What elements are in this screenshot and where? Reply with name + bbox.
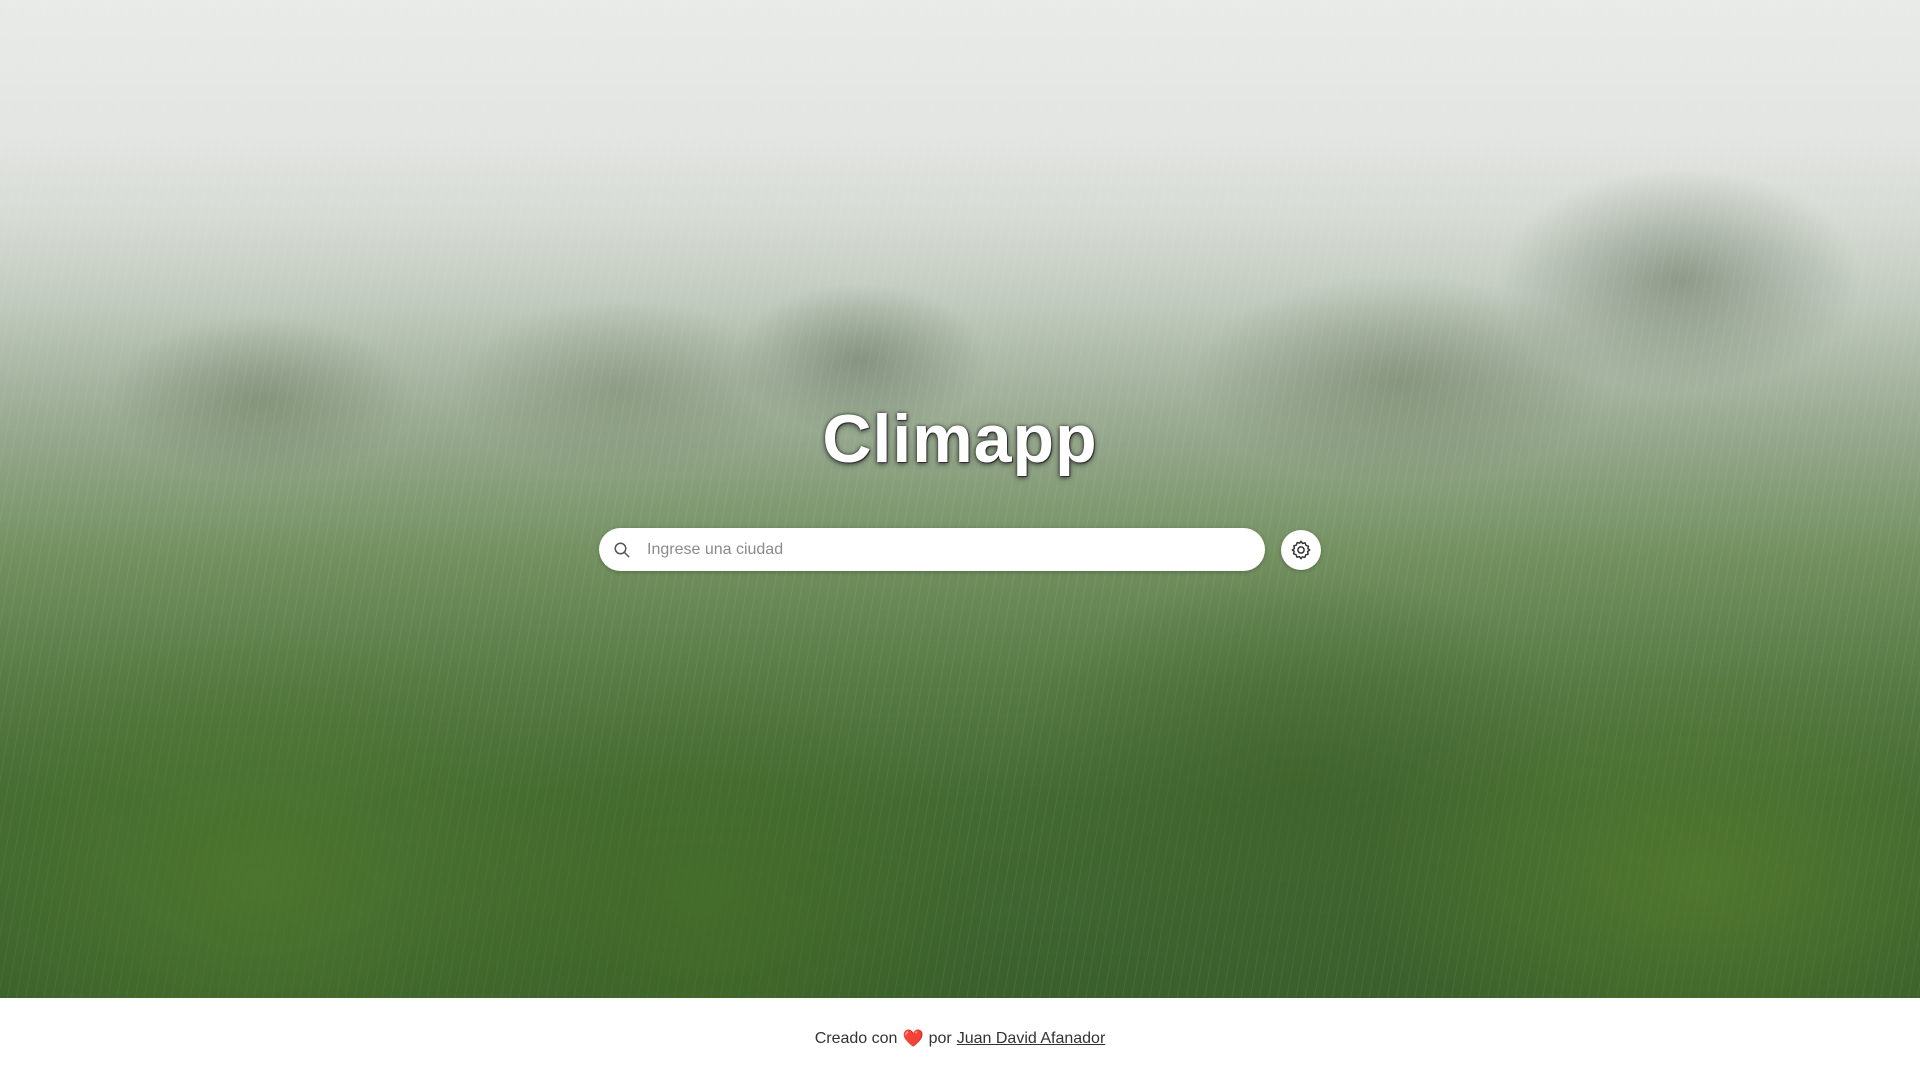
footer-prefix: Creado con (814, 1030, 898, 1047)
gear-icon (1290, 539, 1312, 561)
search-input[interactable] (647, 529, 1237, 570)
author-link[interactable]: Juan David Afanador (957, 1030, 1106, 1048)
search-icon (611, 539, 633, 561)
search-row (599, 528, 1321, 571)
main-content: Climapp (0, 400, 1920, 571)
heart-icon: ❤️ (902, 1029, 924, 1048)
settings-button[interactable] (1281, 529, 1321, 570)
footer: Creado con ❤️ por Juan David Afanador (0, 998, 1920, 1080)
app-title: Climapp (822, 401, 1098, 477)
footer-by: por (928, 1030, 952, 1047)
search-box[interactable] (599, 528, 1265, 571)
